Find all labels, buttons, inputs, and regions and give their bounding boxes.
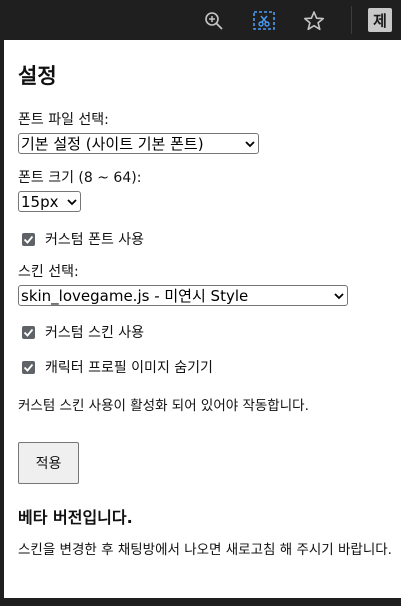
font-size-select-value: 15px bbox=[21, 192, 59, 211]
custom-skin-checkbox[interactable] bbox=[22, 325, 35, 339]
font-file-select-value: 기본 설정 (사이트 기본 폰트) bbox=[21, 135, 204, 153]
zoom-in-icon[interactable] bbox=[201, 8, 227, 34]
popup-title: 설정 bbox=[18, 64, 57, 88]
checkmark-icon bbox=[23, 328, 34, 337]
font-size-select[interactable]: 15px bbox=[18, 191, 81, 212]
checkmark-icon bbox=[23, 235, 34, 244]
screenshot-cut-icon[interactable] bbox=[251, 8, 277, 34]
hide-profile-checkbox[interactable] bbox=[22, 360, 35, 374]
bookmark-star-icon[interactable] bbox=[301, 8, 327, 34]
font-size-label: 폰트 크기 (8 ~ 64): bbox=[18, 170, 142, 186]
font-file-label: 폰트 파일 선택: bbox=[18, 112, 109, 128]
custom-font-label: 커스텀 폰트 사용 bbox=[45, 232, 145, 248]
bottom-border bbox=[0, 598, 401, 606]
font-file-select[interactable]: 기본 설정 (사이트 기본 폰트) bbox=[18, 133, 259, 154]
chevron-down-icon bbox=[67, 198, 77, 205]
apply-button[interactable]: 적용 bbox=[18, 442, 79, 484]
hide-profile-checkbox-row[interactable]: 캐릭터 프로필 이미지 숨기기 bbox=[22, 357, 213, 377]
custom-font-checkbox-row[interactable]: 커스텀 폰트 사용 bbox=[22, 229, 144, 249]
browser-toolbar: 제 bbox=[0, 0, 401, 40]
beta-text: 스킨을 변경한 후 채팅방에서 나오면 새로고침 해 주시기 바랍니다. bbox=[18, 542, 392, 558]
beta-heading: 베타 버전입니다. bbox=[18, 508, 133, 527]
skin-select[interactable]: skin_lovegame.js - 미연시 Style bbox=[18, 285, 348, 306]
custom-skin-label: 커스텀 스킨 사용 bbox=[45, 325, 145, 341]
skin-select-value: skin_lovegame.js - 미연시 Style bbox=[21, 287, 249, 305]
extension-button[interactable]: 제 bbox=[368, 8, 392, 32]
settings-popup: 설정 폰트 파일 선택: 기본 설정 (사이트 기본 폰트) 폰트 크기 (8 … bbox=[4, 40, 401, 598]
custom-font-checkbox[interactable] bbox=[22, 232, 35, 246]
checkmark-icon bbox=[23, 363, 34, 372]
chevron-down-icon bbox=[245, 140, 255, 147]
custom-skin-checkbox-row[interactable]: 커스텀 스킨 사용 bbox=[22, 322, 144, 342]
toolbar-divider bbox=[351, 6, 352, 34]
skin-note: 커스텀 스킨 사용이 활성화 되어 있어야 작동합니다. bbox=[18, 398, 309, 414]
hide-profile-label: 캐릭터 프로필 이미지 숨기기 bbox=[45, 360, 213, 376]
chevron-down-icon bbox=[334, 292, 344, 299]
skin-label: 스킨 선택: bbox=[18, 264, 79, 280]
